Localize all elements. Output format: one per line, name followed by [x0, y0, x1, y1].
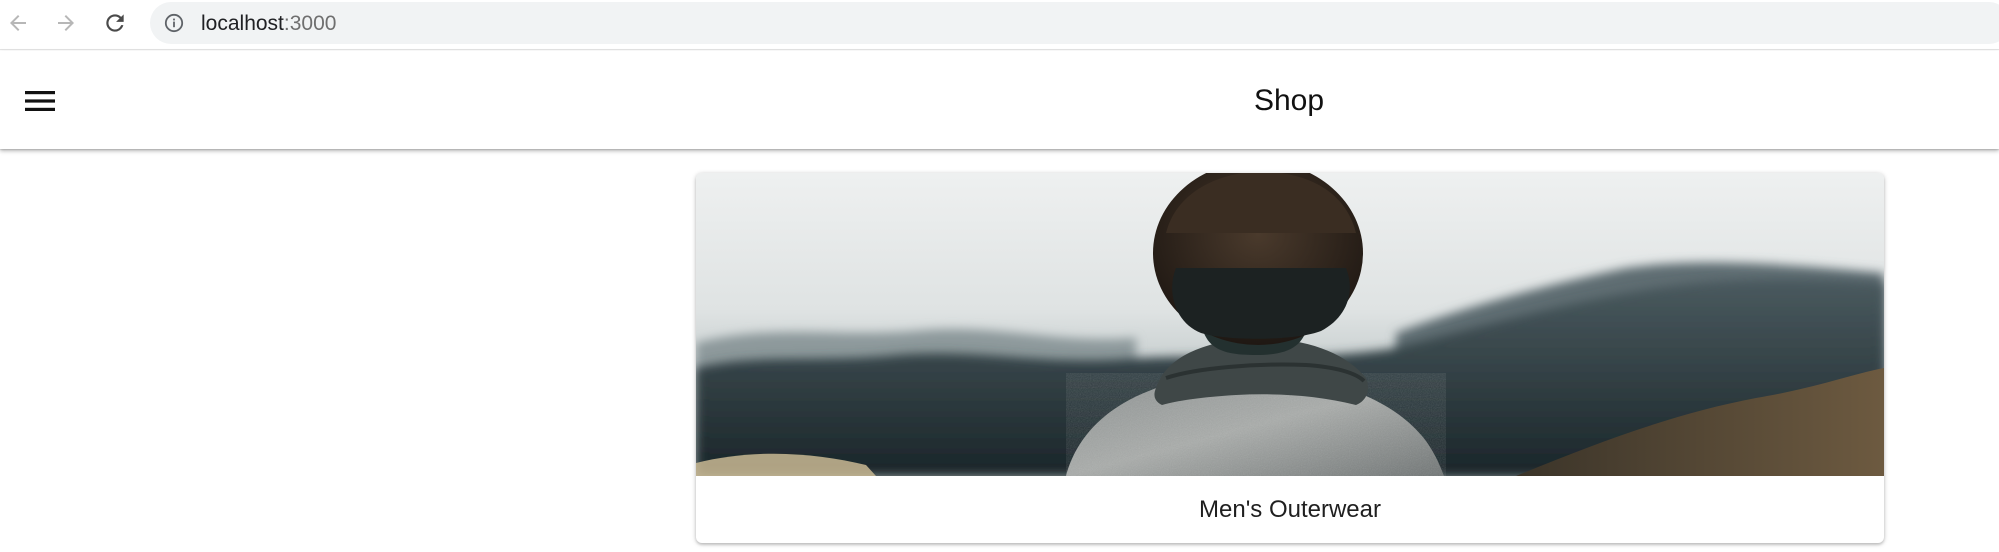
app-title: Shop — [1253, 84, 1325, 117]
category-card-mens-outerwear[interactable]: Men's Outerwear — [696, 173, 1884, 543]
category-image — [696, 173, 1884, 476]
url-port: :3000 — [283, 12, 337, 35]
arrow-back-icon — [10, 15, 26, 31]
address-bar[interactable]: localhost:3000 — [150, 2, 1999, 44]
back-button[interactable] — [4, 9, 32, 37]
reload-icon — [106, 14, 124, 32]
forward-button[interactable] — [52, 9, 80, 37]
reload-button[interactable] — [101, 9, 129, 37]
site-info-button[interactable] — [164, 13, 184, 33]
url-host: localhost — [201, 12, 284, 35]
info-icon — [164, 13, 184, 33]
url-text[interactable]: localhost:3000 — [201, 13, 336, 35]
browser-toolbar: localhost:3000 — [0, 0, 1999, 50]
category-label: Men's Outerwear — [1199, 496, 1381, 523]
app-header: Shop — [0, 51, 1999, 149]
arrow-forward-icon — [58, 15, 74, 31]
